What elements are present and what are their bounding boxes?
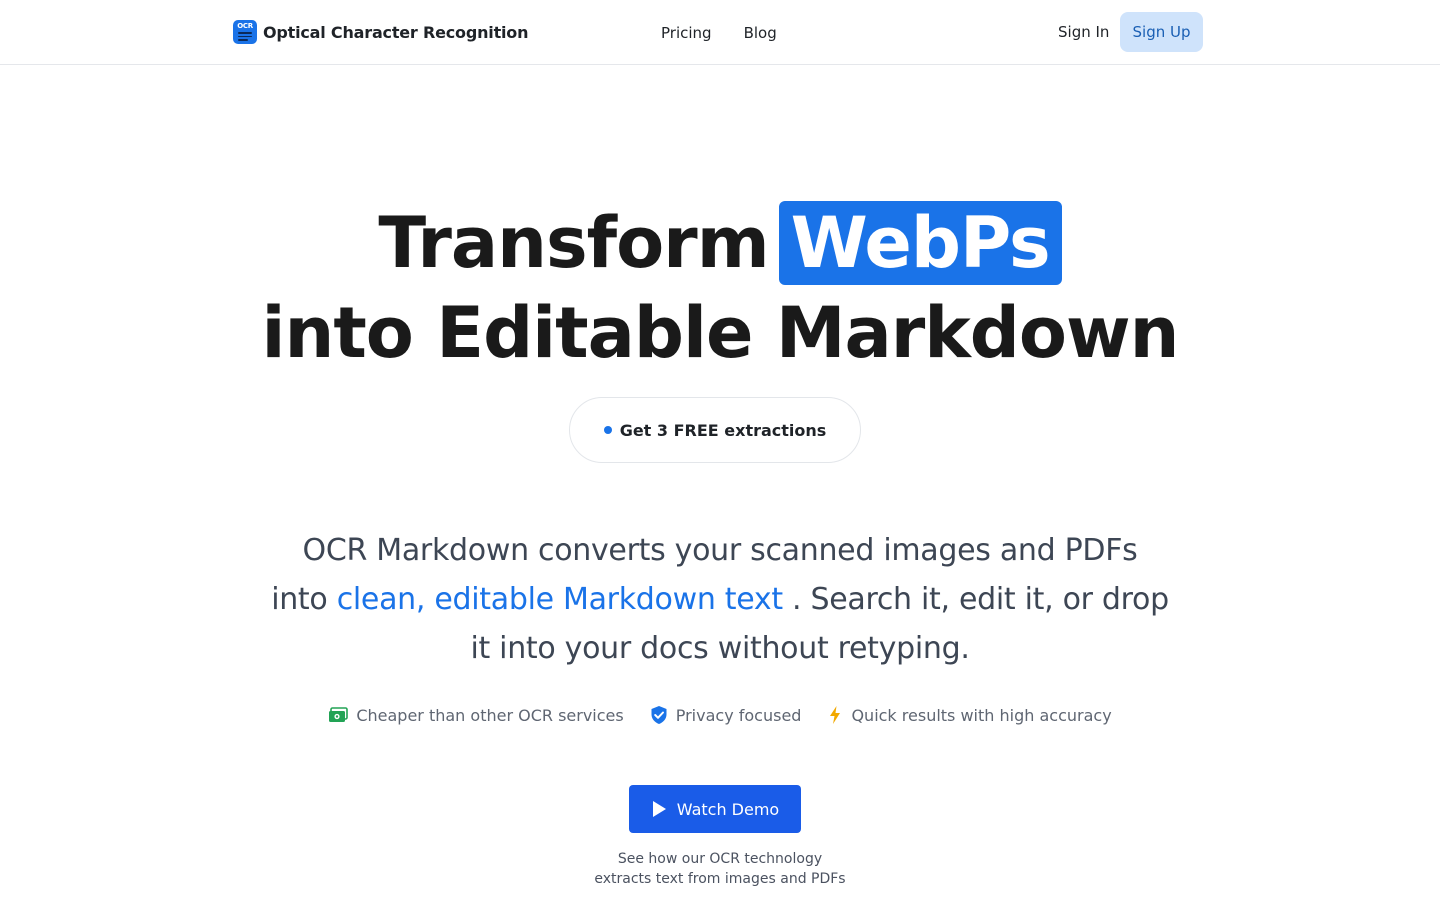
demo-caption: See how our OCR technology extracts text… — [0, 849, 1440, 889]
hero-title-line2: into Editable Markdown — [261, 292, 1180, 374]
pill-label: Get 3 FREE extractions — [619, 420, 827, 440]
feature-label: Cheaper than other OCR services — [356, 705, 624, 725]
site-header: OCR Optical Character Recognition Pricin… — [0, 0, 1440, 65]
hero-description: OCR Markdown converts your scanned image… — [270, 526, 1170, 673]
brand-link[interactable]: OCR Optical Character Recognition — [233, 20, 528, 44]
description-link[interactable]: clean, editable Markdown text — [337, 582, 783, 617]
feature-item-price: Cheaper than other OCR services — [328, 705, 624, 725]
brand-name: Optical Character Recognition — [263, 22, 529, 42]
free-extractions-pill[interactable]: Get 3 FREE extractions — [569, 397, 861, 463]
hero-title-line1: Transform WebPs — [0, 200, 1440, 286]
play-icon — [652, 801, 666, 817]
watch-demo-button[interactable]: Watch Demo — [629, 785, 801, 833]
nav-pricing[interactable]: Pricing — [661, 24, 712, 42]
money-icon — [329, 707, 349, 722]
sign-up-button[interactable]: Sign Up — [1120, 12, 1203, 52]
watch-demo-label: Watch Demo — [676, 799, 780, 819]
status-dot-icon — [603, 426, 612, 434]
hero-title-highlight: WebPs — [778, 201, 1062, 285]
feature-list: Cheaper than other OCR services Privacy … — [0, 705, 1440, 725]
hero-title-word: Transform — [378, 202, 769, 284]
demo-caption-line2: extracts text from images and PDFs — [594, 871, 846, 887]
shield-check-icon — [651, 706, 667, 724]
feature-item-privacy: Privacy focused — [650, 705, 802, 725]
feature-item-speed: Quick results with high accuracy — [827, 705, 1112, 725]
nav-blog[interactable]: Blog — [744, 24, 777, 42]
sign-in-link[interactable]: Sign In — [1058, 23, 1109, 41]
main-nav: Pricing Blog — [661, 24, 777, 42]
lightning-icon — [830, 706, 841, 724]
demo-caption-line1: See how our OCR technology — [617, 851, 823, 867]
feature-label: Privacy focused — [675, 705, 802, 725]
feature-label: Quick results with high accuracy — [851, 705, 1112, 725]
ocr-logo-icon: OCR — [233, 20, 257, 44]
